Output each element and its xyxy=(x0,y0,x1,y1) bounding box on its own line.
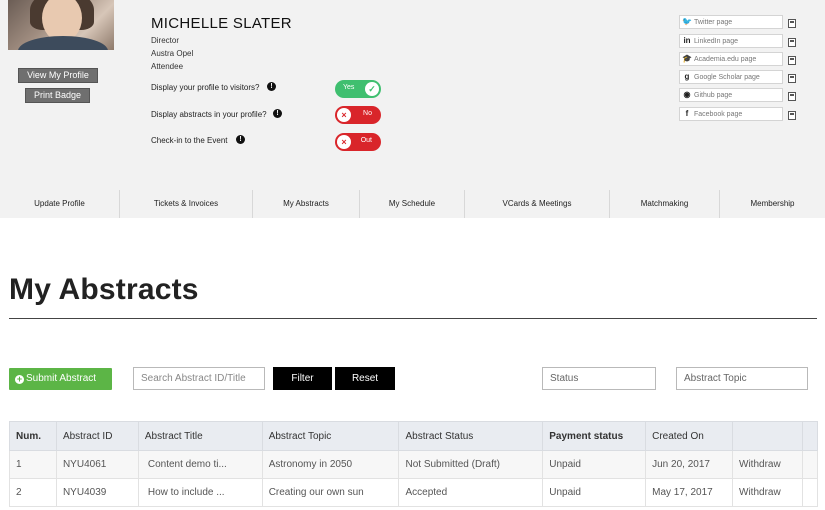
cell-num: 2 xyxy=(9,478,57,507)
tab-vcards-meetings[interactable]: VCards & Meetings xyxy=(465,190,610,218)
col-created-on: Created On xyxy=(645,421,734,451)
filter-button[interactable]: Filter xyxy=(273,367,332,390)
reset-button[interactable]: Reset xyxy=(335,367,395,390)
col-num: Num. xyxy=(9,421,57,451)
cell-abstract-topic: Creating our own sun xyxy=(261,478,400,507)
cell-spacer xyxy=(801,450,819,479)
cell-abstract-status: Not Submitted (Draft) xyxy=(398,450,544,479)
abstracts-table: Num. Abstract ID Abstract Title Abstract… xyxy=(9,421,819,507)
tab-my-abstracts[interactable]: My Abstracts xyxy=(253,190,360,218)
table-header-row: Num. Abstract ID Abstract Title Abstract… xyxy=(9,421,819,451)
save-icon[interactable] xyxy=(788,92,796,101)
abstract-topic-select[interactable]: Abstract Topic xyxy=(676,367,808,390)
google-scholar-icon: g xyxy=(684,72,690,81)
facebook-icon: f xyxy=(685,109,689,118)
withdraw-link[interactable]: Withdraw xyxy=(732,478,803,507)
plus-icon: + xyxy=(15,374,24,384)
col-abstract-topic: Abstract Topic xyxy=(261,421,400,451)
col-abstract-title: Abstract Title xyxy=(137,421,263,451)
save-icon[interactable] xyxy=(788,56,796,65)
linkedin-input[interactable]: in LinkedIn page xyxy=(679,34,783,48)
cell-abstract-topic: Astronomy in 2050 xyxy=(261,450,400,479)
cell-spacer xyxy=(801,478,819,507)
toggle-label: Yes xyxy=(343,84,355,91)
col-spacer xyxy=(801,421,819,451)
twitter-input[interactable]: 🐦 Twitter page xyxy=(679,15,783,29)
github-icon: ◉ xyxy=(683,90,691,99)
cell-abstract-id: NYU4039 xyxy=(55,478,139,507)
save-icon[interactable] xyxy=(788,74,796,83)
tab-matchmaking[interactable]: Matchmaking xyxy=(610,190,720,218)
tab-tickets-invoices[interactable]: Tickets & Invoices xyxy=(120,190,253,218)
toggle-checkin[interactable]: × Out xyxy=(335,133,381,151)
table-row: 2 NYU4039 How to include ... Creating ou… xyxy=(9,478,819,507)
view-my-profile-button[interactable]: View My Profile xyxy=(18,68,98,83)
profile-name: MICHELLE SLATER xyxy=(151,15,292,32)
info-icon[interactable]: ! xyxy=(236,135,245,144)
setting-label-visibility: Display your profile to visitors? xyxy=(151,83,260,92)
linkedin-icon: in xyxy=(683,36,691,45)
col-actions xyxy=(732,421,803,451)
toggle-label: No xyxy=(363,110,372,117)
info-icon[interactable]: ! xyxy=(273,109,282,118)
cell-payment-status: Unpaid xyxy=(542,450,647,479)
twitter-icon: 🐦 xyxy=(682,17,692,26)
github-input[interactable]: ◉ Github page xyxy=(679,88,783,102)
toggle-profile-visibility[interactable]: Yes ✓ xyxy=(335,80,381,98)
cell-abstract-id: NYU4061 xyxy=(55,450,139,479)
cell-abstract-title[interactable]: Content demo ti... xyxy=(137,450,263,479)
google-scholar-input[interactable]: g Google Scholar page xyxy=(679,70,783,84)
table-row: 1 NYU4061 Content demo ti... Astronomy i… xyxy=(9,450,819,479)
cell-created-on: May 17, 2017 xyxy=(645,478,734,507)
avatar xyxy=(8,0,114,50)
tab-update-profile[interactable]: Update Profile xyxy=(0,190,120,218)
cell-payment-status: Unpaid xyxy=(542,478,647,507)
submit-abstract-button[interactable]: + Submit Abstract xyxy=(9,368,112,390)
close-icon: × xyxy=(337,135,351,149)
col-abstract-id: Abstract ID xyxy=(55,421,139,451)
save-icon[interactable] xyxy=(788,111,796,120)
info-icon[interactable]: ! xyxy=(267,82,276,91)
toggle-label: Out xyxy=(360,137,372,144)
setting-label-checkin: Check-in to the Event xyxy=(151,136,228,145)
save-icon[interactable] xyxy=(788,38,796,47)
cell-num: 1 xyxy=(9,450,57,479)
withdraw-link[interactable]: Withdraw xyxy=(732,450,803,479)
profile-tabs: Update Profile Tickets & Invoices My Abs… xyxy=(0,190,825,218)
status-select[interactable]: Status xyxy=(542,367,656,390)
check-icon: ✓ xyxy=(365,82,379,96)
col-payment-status: Payment status xyxy=(542,421,647,451)
academia-icon: 🎓 xyxy=(682,54,692,63)
divider xyxy=(9,318,817,319)
close-icon: × xyxy=(337,108,351,122)
toggle-display-abstracts[interactable]: × No xyxy=(335,106,381,124)
cell-abstract-status: Accepted xyxy=(398,478,544,507)
search-input[interactable]: Search Abstract ID/Title xyxy=(133,367,265,390)
col-abstract-status: Abstract Status xyxy=(398,421,544,451)
setting-label-abstracts: Display abstracts in your profile? xyxy=(151,110,267,119)
profile-company: Austra Opel xyxy=(151,49,194,58)
save-icon[interactable] xyxy=(788,19,796,28)
tab-membership[interactable]: Membership xyxy=(720,190,825,218)
tab-my-schedule[interactable]: My Schedule xyxy=(360,190,465,218)
cell-abstract-title[interactable]: How to include ... xyxy=(137,478,263,507)
academia-input[interactable]: 🎓 Academia.edu page xyxy=(679,52,783,66)
cell-created-on: Jun 20, 2017 xyxy=(645,450,734,479)
facebook-input[interactable]: f Facebook page xyxy=(679,107,783,121)
profile-panel: View My Profile Print Badge MICHELLE SLA… xyxy=(0,0,825,218)
profile-title: Director xyxy=(151,36,180,45)
profile-role: Attendee xyxy=(151,62,184,71)
print-badge-button[interactable]: Print Badge xyxy=(25,88,90,103)
page-title: My Abstracts xyxy=(9,273,199,306)
